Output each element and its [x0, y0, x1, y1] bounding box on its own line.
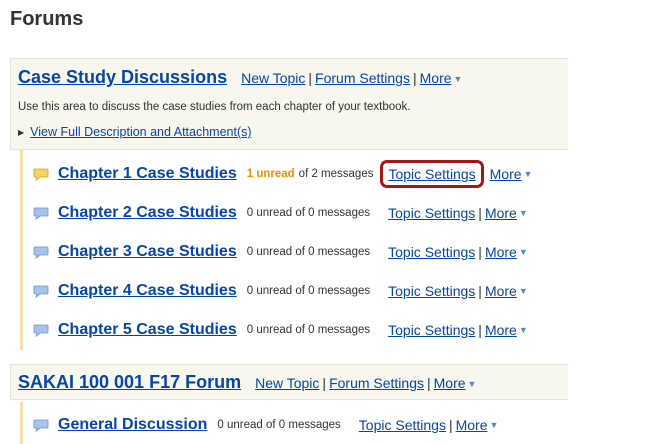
message-count: of 2 messages: [298, 168, 374, 180]
topic-list: General Discussion 0 unread of 0 message…: [20, 402, 498, 444]
topic-title-link[interactable]: Chapter 4 Case Studies: [58, 282, 237, 300]
topic-settings-link[interactable]: Topic Settings: [388, 322, 475, 338]
forum-title-link[interactable]: Case Study Discussions: [18, 67, 227, 88]
separator: |: [478, 205, 482, 221]
caret-down-icon[interactable]: ▼: [468, 379, 477, 389]
chat-bubble-blue-icon: [33, 246, 49, 260]
separator: |: [448, 417, 453, 433]
topic-row: Chapter 1 Case Studies 1 unread of 2 mes…: [33, 160, 533, 188]
topic-row: Chapter 2 Case Studies 0 unread of 0 mes…: [33, 200, 528, 226]
forum-actions: New Topic | Forum Settings | More ▼: [241, 70, 462, 86]
topic-more-link[interactable]: More: [456, 417, 488, 433]
topic-actions: Topic Settings | More ▼: [388, 322, 528, 338]
separator: |: [478, 322, 482, 338]
separator: |: [322, 375, 327, 391]
highlight-box: Topic Settings: [380, 160, 484, 188]
forum-actions: New Topic | Forum Settings | More ▼: [255, 375, 476, 391]
message-count: 0 unread of 0 messages: [246, 207, 371, 219]
topic-actions: Topic Settings | More ▼: [388, 244, 528, 260]
caret-down-icon[interactable]: ▼: [519, 286, 528, 296]
message-count: 0 unread of 0 messages: [246, 246, 371, 258]
caret-down-icon[interactable]: ▼: [519, 208, 528, 218]
topic-actions: Topic Settings | More ▼: [388, 205, 528, 221]
chat-bubble-blue-icon: [33, 324, 49, 338]
topic-more-link[interactable]: More: [485, 322, 517, 338]
view-full-link[interactable]: View Full Description and Attachment(s): [30, 125, 251, 139]
topic-more-link[interactable]: More: [485, 205, 517, 221]
topic-row: Chapter 4 Case Studies 0 unread of 0 mes…: [33, 278, 528, 304]
chat-bubble-blue-icon: [33, 207, 49, 221]
page-title: Forums: [10, 8, 84, 30]
caret-down-icon[interactable]: ▼: [524, 169, 533, 179]
triangle-right-icon: ▶: [18, 127, 25, 137]
topic-more-link[interactable]: More: [485, 244, 517, 260]
separator: |: [308, 70, 313, 86]
forum-settings-link[interactable]: Forum Settings: [315, 70, 410, 86]
topic-title-link[interactable]: General Discussion: [58, 416, 207, 434]
topic-actions: Topic Settings | More ▼: [359, 417, 499, 433]
forum-title-link[interactable]: SAKAI 100 001 F17 Forum: [18, 372, 241, 393]
topic-title-link[interactable]: Chapter 3 Case Studies: [58, 243, 237, 261]
topic-title-link[interactable]: Chapter 2 Case Studies: [58, 204, 237, 222]
forum-title-row: Case Study Discussions New Topic | Forum S…: [18, 67, 462, 88]
topic-row: General Discussion 0 unread of 0 message…: [33, 412, 498, 438]
topic-settings-link[interactable]: Topic Settings: [388, 166, 475, 182]
caret-down-icon[interactable]: ▼: [454, 74, 463, 84]
new-topic-link[interactable]: New Topic: [241, 70, 305, 86]
message-count: 0 unread of 0 messages: [217, 419, 341, 431]
caret-down-icon[interactable]: ▼: [519, 325, 528, 335]
new-topic-link[interactable]: New Topic: [255, 375, 319, 391]
chat-bubble-blue-icon: [33, 285, 49, 299]
forum-more-link[interactable]: More: [420, 70, 452, 86]
separator: |: [478, 283, 482, 299]
forum-header: SAKAI 100 001 F17 Forum New Topic | Forum …: [10, 364, 568, 400]
chat-bubble-yellow-icon: [33, 168, 49, 182]
topic-actions: Topic Settings More ▼: [380, 160, 533, 188]
topic-row: Chapter 3 Case Studies 0 unread of 0 mes…: [33, 239, 528, 265]
forum-settings-link[interactable]: Forum Settings: [329, 375, 424, 391]
forum-title-row: SAKAI 100 001 F17 Forum New Topic | Forum …: [18, 372, 476, 393]
topic-more-link[interactable]: More: [490, 166, 522, 182]
chat-bubble-blue-icon: [33, 419, 49, 433]
unread-count: 1 unread: [246, 168, 295, 180]
topic-settings-link[interactable]: Topic Settings: [388, 244, 475, 260]
topic-more-link[interactable]: More: [485, 283, 517, 299]
view-full-description[interactable]: ▶ View Full Description and Attachment(s…: [18, 125, 252, 139]
separator: |: [478, 244, 482, 260]
separator: |: [412, 70, 417, 86]
caret-down-icon[interactable]: ▼: [490, 420, 499, 430]
topic-actions: Topic Settings | More ▼: [388, 283, 528, 299]
message-count: 0 unread of 0 messages: [246, 324, 371, 336]
topic-list: Chapter 1 Case Studies 1 unread of 2 mes…: [20, 150, 532, 350]
topic-title-link[interactable]: Chapter 5 Case Studies: [58, 321, 237, 339]
topic-settings-link[interactable]: Topic Settings: [388, 205, 475, 221]
message-count: 0 unread of 0 messages: [246, 285, 371, 297]
topic-settings-link[interactable]: Topic Settings: [359, 417, 446, 433]
forum-description: Use this area to discuss the case studie…: [18, 101, 411, 113]
forum-header: Case Study Discussions New Topic | Forum S…: [10, 58, 568, 150]
topic-settings-link[interactable]: Topic Settings: [388, 283, 475, 299]
topic-title-link[interactable]: Chapter 1 Case Studies: [58, 165, 237, 183]
caret-down-icon[interactable]: ▼: [519, 247, 528, 257]
separator: |: [427, 375, 431, 391]
topic-row: Chapter 5 Case Studies 0 unread of 0 mes…: [33, 317, 528, 343]
forum-more-link[interactable]: More: [434, 375, 466, 391]
